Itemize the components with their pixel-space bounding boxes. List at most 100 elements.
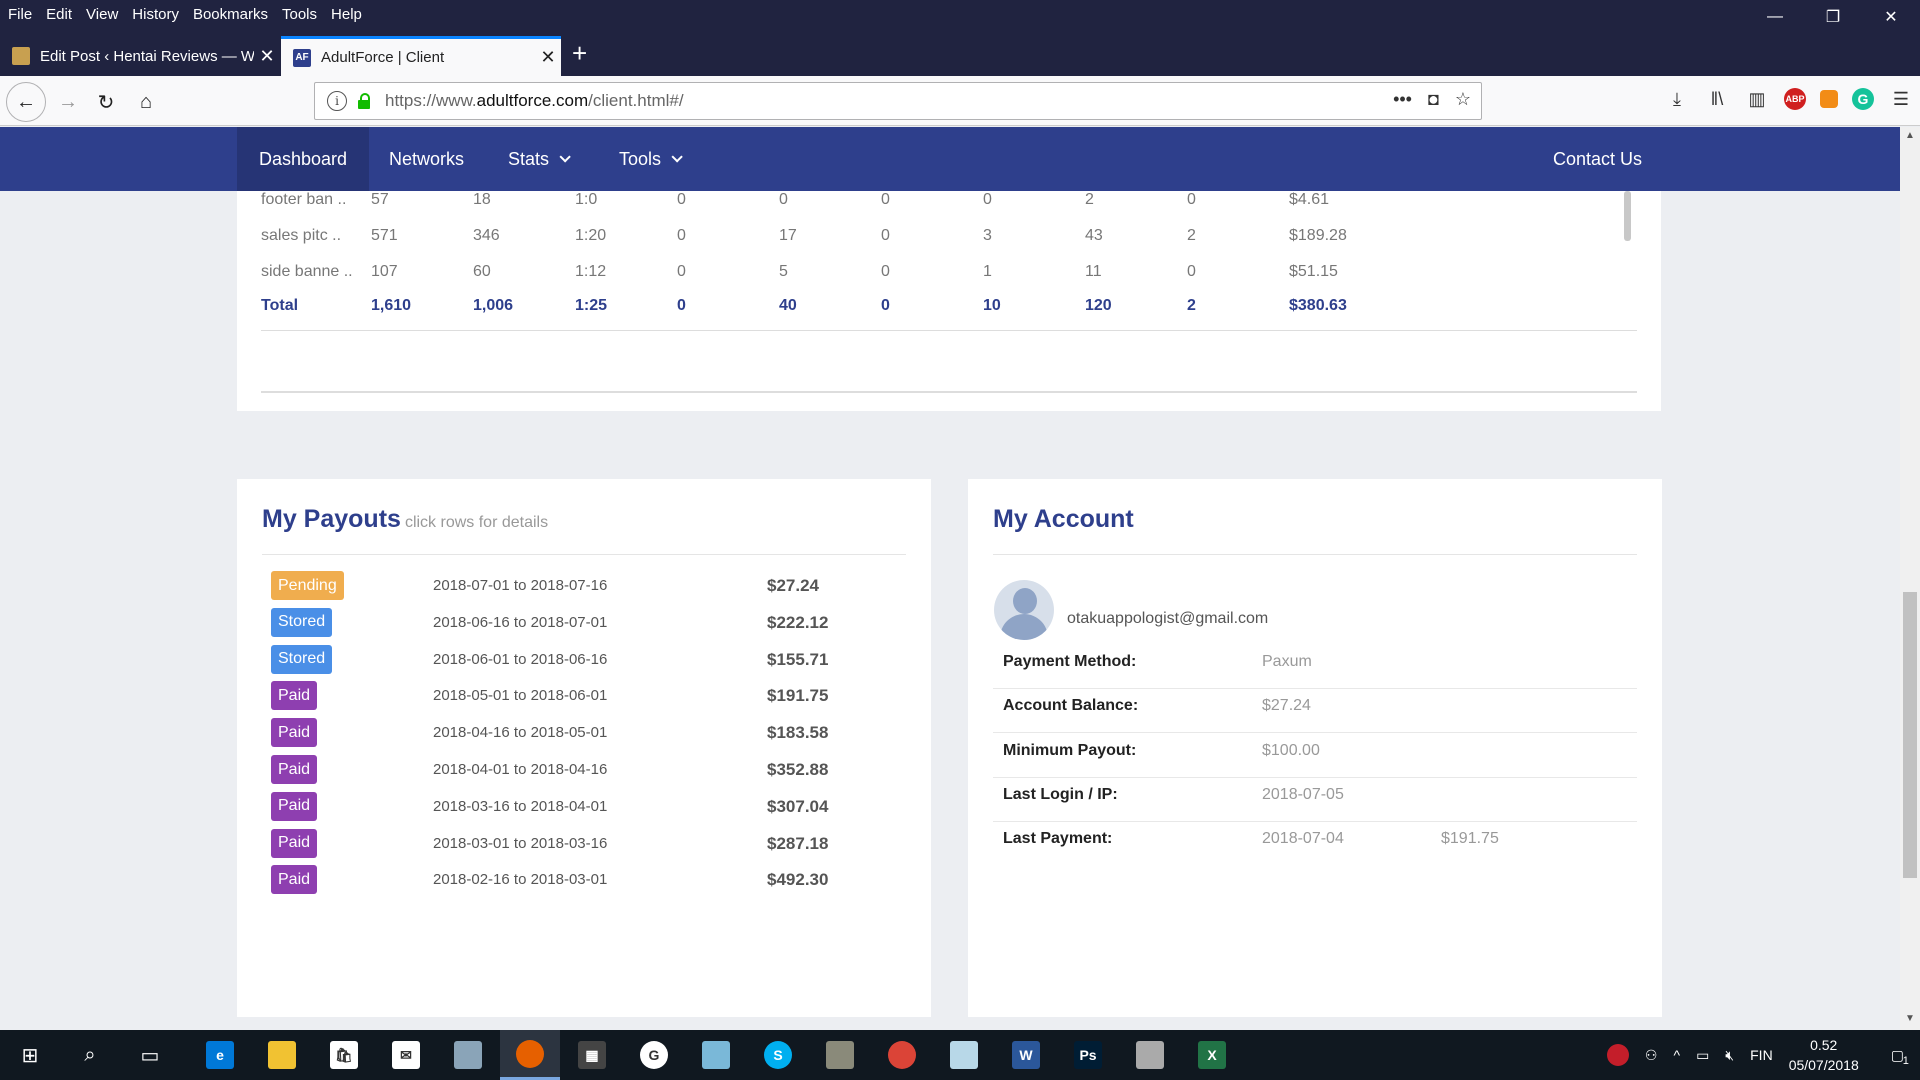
- payout-date-range: 2018-06-01 to 2018-06-16: [433, 650, 608, 668]
- cell-source: footer ban ..: [261, 191, 347, 208]
- minimum-payout-value: $100.00: [1262, 742, 1320, 759]
- edge-icon[interactable]: e: [190, 1030, 250, 1080]
- back-button[interactable]: ←: [6, 82, 46, 122]
- cell-col9: 2: [1187, 297, 1196, 314]
- cell-col8: 2: [1085, 191, 1094, 208]
- status-badge: Paid: [271, 681, 318, 711]
- cell-col4: 0: [677, 227, 686, 244]
- notepad-icon[interactable]: [438, 1030, 498, 1080]
- menu-tools[interactable]: Tools: [282, 6, 317, 23]
- tray-app-icon[interactable]: [1606, 1044, 1629, 1066]
- cell-col6: 0: [881, 297, 890, 314]
- account-title: My Account: [993, 505, 1134, 533]
- new-tab-button[interactable]: +: [572, 38, 587, 68]
- cell-source: sales pitc ..: [261, 227, 342, 244]
- account-balance-label: Account Balance:: [1003, 697, 1139, 714]
- cell-col8: 43: [1085, 227, 1103, 244]
- mail-icon[interactable]: ✉: [376, 1030, 436, 1080]
- payout-amount: $191.75: [767, 686, 829, 706]
- chrome-icon[interactable]: [872, 1030, 932, 1080]
- clock[interactable]: 0.52 05/07/2018: [1789, 1035, 1875, 1075]
- notepad-icon-glyph: [454, 1041, 482, 1069]
- payout-amount: $352.88: [767, 760, 829, 779]
- table-total-row[interactable]: Total 1,610 1,006 1:25 0 40 0 10 120 2 $380.63: [261, 285, 1637, 329]
- url-text[interactable]: https://www.adultforce.com/client.html#/: [385, 91, 684, 111]
- gimp-icon-glyph: [826, 1041, 854, 1069]
- paint-icon[interactable]: [934, 1030, 994, 1080]
- sidebar-icon[interactable]: ▥: [1744, 86, 1770, 112]
- adblock-plus-icon[interactable]: ABP: [1784, 88, 1806, 110]
- bookmark-star-icon[interactable]: ☆: [1455, 89, 1471, 110]
- cell-earnings: $189.28: [1289, 227, 1347, 244]
- hamburger-menu-icon[interactable]: ☰: [1888, 86, 1914, 112]
- menu-history[interactable]: History: [132, 6, 179, 23]
- cell-col9: 2: [1187, 227, 1196, 244]
- page-actions-icon[interactable]: •••: [1393, 89, 1412, 110]
- calculator-icon-glyph: ▦: [578, 1041, 606, 1069]
- home-button[interactable]: ⌂: [130, 86, 162, 118]
- windows-start-icon[interactable]: ⊞: [0, 1030, 60, 1080]
- pocket-icon[interactable]: ◘: [1428, 89, 1439, 110]
- excel-icon[interactable]: X: [1182, 1030, 1242, 1080]
- gimp-icon[interactable]: [810, 1030, 870, 1080]
- payout-amount: $155.71: [767, 649, 829, 669]
- downloads-icon[interactable]: ⤓: [1664, 86, 1690, 112]
- page-scrollbar-thumb[interactable]: [1903, 592, 1917, 878]
- metamask-icon[interactable]: [1820, 90, 1838, 108]
- payout-date-range: 2018-03-01 to 2018-03-16: [433, 834, 608, 852]
- notification-count: 1: [1902, 1054, 1909, 1067]
- cell-col7: 3: [983, 227, 992, 244]
- menu-view[interactable]: View: [86, 6, 118, 23]
- word-icon[interactable]: W: [996, 1030, 1056, 1080]
- payout-row[interactable]: Paid 2018-02-16 to 2018-03-01 $492.30: [271, 865, 871, 909]
- close-tab-icon[interactable]: ✕: [535, 47, 561, 68]
- tab-edit-post[interactable]: Edit Post ‹ Hentai Reviews — W ✕: [0, 36, 280, 76]
- skype-icon[interactable]: S: [748, 1030, 808, 1080]
- scroll-down-arrow-icon[interactable]: ▼: [1900, 1013, 1920, 1024]
- calculator-icon[interactable]: ▦: [562, 1030, 622, 1080]
- library-icon[interactable]: ‖\: [1704, 86, 1730, 112]
- sketch-icon[interactable]: [686, 1030, 746, 1080]
- forward-button[interactable]: →: [52, 86, 84, 118]
- file-explorer-icon[interactable]: [252, 1030, 312, 1080]
- menu-bookmarks[interactable]: Bookmarks: [193, 6, 268, 23]
- task-view-icon[interactable]: ▭: [120, 1030, 180, 1080]
- divider: [262, 554, 906, 555]
- cell-ratio: 1:20: [575, 227, 607, 244]
- divider: [261, 391, 1637, 393]
- payout-date-range: 2018-03-16 to 2018-04-01: [433, 797, 608, 815]
- scroll-up-arrow-icon[interactable]: ▲: [1900, 130, 1920, 141]
- file-explorer-icon-glyph: [268, 1041, 296, 1069]
- volume-muted-icon[interactable]: 🔇︎: [1725, 1047, 1734, 1064]
- url-bar[interactable]: i https://www.adultforce.com/client.html…: [314, 82, 1482, 120]
- people-icon[interactable]: ⚇: [1645, 1047, 1658, 1064]
- site-info-icon[interactable]: i: [327, 91, 347, 111]
- payout-date-range: 2018-06-16 to 2018-07-01: [433, 613, 608, 631]
- cell-col8: 120: [1085, 297, 1112, 314]
- payment-method-value: Paxum: [1262, 653, 1312, 670]
- photoshop-icon[interactable]: Ps: [1058, 1030, 1118, 1080]
- cell-col4: 0: [677, 297, 686, 314]
- cell-col4: 0: [677, 191, 686, 208]
- menu-help[interactable]: Help: [331, 6, 362, 23]
- page-scrollbar[interactable]: [1900, 127, 1920, 1030]
- language-indicator[interactable]: FIN: [1750, 1047, 1773, 1063]
- sketch-icon-glyph: [702, 1041, 730, 1069]
- show-hidden-icons-icon[interactable]: ^: [1673, 1047, 1680, 1063]
- battery-icon[interactable]: ▭: [1696, 1047, 1709, 1064]
- tab-adultforce[interactable]: AF AdultForce | Client ✕: [281, 36, 561, 76]
- menu-file[interactable]: File: [8, 6, 32, 23]
- firefox-icon[interactable]: [500, 1030, 560, 1080]
- notification-center-icon[interactable]: ▢ 1: [1891, 1047, 1909, 1067]
- menu-edit[interactable]: Edit: [46, 6, 72, 23]
- sync-icon[interactable]: G: [624, 1030, 684, 1080]
- secure-lock-icon[interactable]: [357, 93, 371, 109]
- search-icon[interactable]: ⌕: [60, 1030, 120, 1080]
- payout-amount: $183.58: [767, 723, 829, 743]
- close-tab-icon[interactable]: ✕: [254, 46, 280, 67]
- store-icon[interactable]: 🛍︎: [314, 1030, 374, 1080]
- grammarly-icon[interactable]: G: [1852, 88, 1874, 110]
- cell-source: side banne ..: [261, 263, 353, 280]
- scanner-icon[interactable]: [1120, 1030, 1180, 1080]
- reload-button[interactable]: ↻: [90, 86, 122, 118]
